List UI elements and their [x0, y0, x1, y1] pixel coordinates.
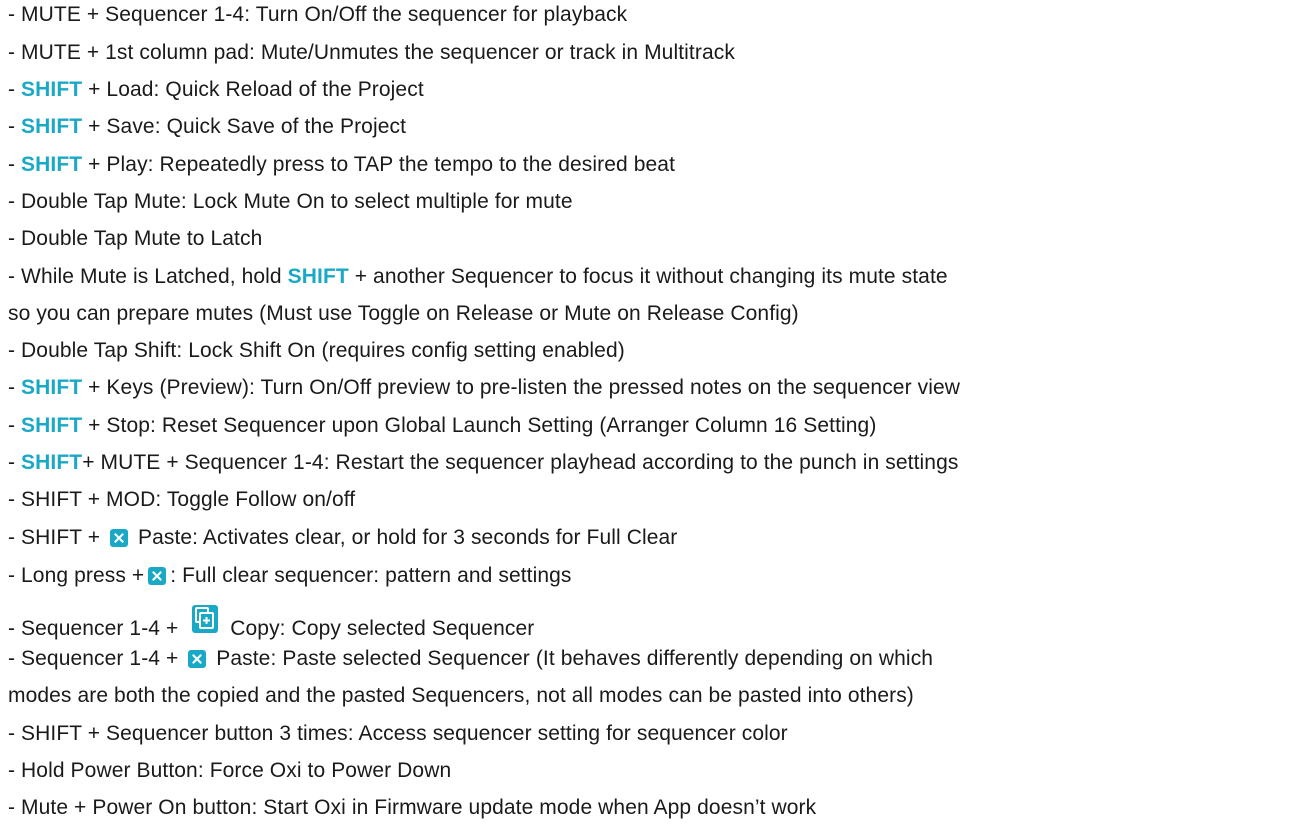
shortcut-line: - SHIFT + Paste: Activates clear, or hol… [8, 526, 678, 549]
shift-keyword: SHIFT [287, 265, 349, 288]
shortcut-list: - MUTE + Sequencer 1-4: Turn On/Off the … [0, 0, 1306, 830]
shortcut-line: - Sequencer 1-4 + Paste: Paste selected … [8, 647, 934, 670]
shortcut-line: - Sequencer 1-4 + Copy: Copy selected Se… [8, 605, 534, 642]
shortcut-line: - SHIFT + MOD: Toggle Follow on/off [8, 488, 356, 511]
shift-keyword: SHIFT [21, 414, 83, 437]
shortcut-line: - MUTE + 1st column pad: Mute/Unmutes th… [8, 41, 735, 64]
shortcut-line: - Hold Power Button: Force Oxi to Power … [8, 759, 452, 782]
shortcut-line: - SHIFT + Save: Quick Save of the Projec… [8, 115, 407, 138]
shortcut-line: - Long press +: Full clear sequencer: pa… [8, 564, 572, 587]
shortcut-line: so you can prepare mutes (Must use Toggl… [8, 302, 799, 325]
shift-keyword: SHIFT [21, 451, 83, 474]
paste-icon [188, 650, 207, 668]
shortcut-line: - Double Tap Mute: Lock Mute On to selec… [8, 190, 573, 213]
shift-keyword: SHIFT [21, 376, 83, 399]
shortcut-line: - SHIFT + Stop: Reset Sequencer upon Glo… [8, 414, 877, 437]
shortcut-line: - SHIFT + Load: Quick Reload of the Proj… [8, 78, 424, 101]
shortcut-line: modes are both the copied and the pasted… [8, 684, 914, 707]
paste-icon [110, 529, 129, 547]
shortcut-line: - SHIFT + Sequencer button 3 times: Acce… [8, 722, 788, 745]
shortcut-line: - SHIFT + Play: Repeatedly press to TAP … [8, 153, 676, 176]
shortcut-line: - Double Tap Shift: Lock Shift On (requi… [8, 339, 625, 362]
shortcut-line: - MUTE + Sequencer 1-4: Turn On/Off the … [8, 3, 628, 26]
shortcut-line: - Mute + Power On button: Start Oxi in F… [8, 796, 817, 819]
paste-icon [148, 567, 167, 585]
shift-keyword: SHIFT [21, 115, 83, 138]
shortcut-line: - SHIFT+ MUTE + Sequencer 1-4: Restart t… [8, 451, 959, 474]
copy-icon [192, 605, 219, 633]
shortcut-line: - SHIFT + Keys (Preview): Turn On/Off pr… [8, 376, 961, 399]
shortcut-line: - Double Tap Mute to Latch [8, 227, 263, 250]
shift-keyword: SHIFT [21, 78, 83, 101]
shortcut-line: - While Mute is Latched, hold SHIFT + an… [8, 265, 948, 288]
shift-keyword: SHIFT [21, 153, 83, 176]
